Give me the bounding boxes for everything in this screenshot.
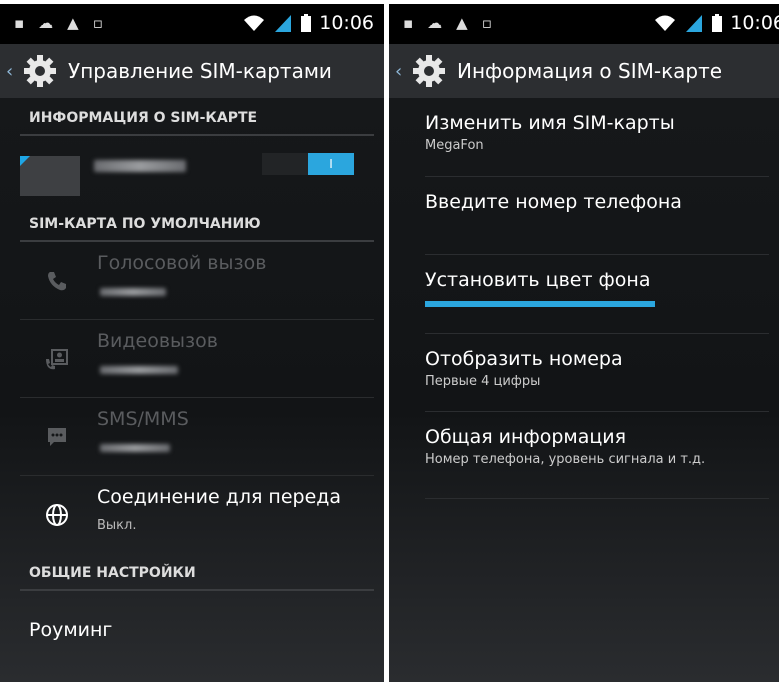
sim-name-value: MegaFon	[425, 138, 484, 153]
battery-icon	[301, 14, 312, 32]
general-info-label: Общая информация	[425, 426, 627, 448]
video-call-label: Видеовызов	[97, 330, 218, 352]
sms-mms-item[interactable]: SMS/MMS	[0, 398, 384, 475]
page-title: Управление SIM-картами	[68, 59, 332, 83]
data-connection-status: Выкл.	[97, 518, 137, 533]
settings-gear-icon[interactable]	[409, 51, 449, 91]
action-bar: ‹ Информация о SIM-карте	[389, 44, 779, 98]
section-header-general: ОБЩИЕ НАСТРОЙКИ	[29, 565, 196, 581]
signal-icon	[275, 15, 292, 32]
display-numbers-value: Первые 4 цифры	[425, 374, 541, 389]
status-bar: ▪ ☁ ▲ ▫ 10:06	[389, 4, 779, 44]
enter-phone-number-item[interactable]: Введите номер телефона	[425, 177, 769, 255]
set-background-color-item[interactable]: Установить цвет фона	[425, 255, 769, 334]
notification-icons: ▪ ☁ ▲ ▫	[14, 14, 103, 32]
voice-call-label: Голосовой вызов	[97, 252, 267, 274]
wifi-icon	[655, 15, 676, 31]
battery-icon	[712, 14, 723, 32]
notification-icons: ▪ ☁ ▲ ▫	[403, 14, 492, 32]
cloud-icon: ☁	[427, 14, 443, 32]
background-color-swatch	[425, 301, 655, 307]
phone-icon	[44, 268, 70, 294]
toggle-on-thumb: I	[308, 153, 354, 175]
roaming-item[interactable]: Роуминг	[0, 591, 384, 673]
redacted-sms-sim	[100, 444, 170, 452]
redacted-video-sim	[100, 366, 178, 374]
lock-icon: ▫	[481, 14, 492, 32]
back-chevron-icon[interactable]: ‹	[6, 61, 20, 82]
sim-card-row[interactable]: I	[0, 136, 384, 204]
general-info-item[interactable]: Общая информация Номер телефона, уровень…	[425, 412, 769, 499]
display-numbers-item[interactable]: Отобразить номера Первые 4 цифры	[425, 334, 769, 412]
redacted-sim-name	[94, 160, 186, 172]
roaming-label: Роуминг	[29, 619, 113, 641]
image-icon: ▪	[403, 14, 414, 32]
sim-card-color-indicator	[20, 156, 80, 196]
clock: 10:06	[319, 12, 374, 34]
data-connection-item[interactable]: Соединение для переда Выкл.	[0, 476, 384, 553]
video-call-item[interactable]: Видеовызов	[0, 320, 384, 397]
wifi-icon	[244, 15, 265, 31]
cloud-icon: ☁	[38, 14, 54, 32]
rename-sim-item[interactable]: Изменить имя SIM-карты MegaFon	[425, 98, 769, 177]
voice-call-item[interactable]: Голосовой вызов	[0, 242, 384, 319]
status-bar: ▪ ☁ ▲ ▫ 10:06	[0, 4, 384, 44]
message-icon	[44, 424, 70, 450]
lock-icon: ▫	[92, 14, 103, 32]
section-header-sim-info: ИНФОРМАЦИЯ О SIM-КАРТЕ	[29, 110, 258, 126]
page-title: Информация о SIM-карте	[457, 59, 723, 83]
enter-phone-number-label: Введите номер телефона	[425, 191, 682, 213]
video-call-icon	[44, 346, 70, 372]
data-connection-label: Соединение для переда	[97, 486, 342, 508]
signal-icon	[686, 15, 703, 32]
image-icon: ▪	[14, 14, 25, 32]
system-icons: 10:06	[654, 12, 779, 34]
set-background-color-label: Установить цвет фона	[425, 269, 651, 291]
sms-mms-label: SMS/MMS	[97, 408, 189, 430]
clock: 10:06	[730, 12, 779, 34]
warning-icon: ▲	[456, 14, 468, 32]
warning-icon: ▲	[67, 14, 79, 32]
general-info-description: Номер телефона, уровень сигнала и т.д.	[425, 452, 706, 467]
section-header-default-sim: SIM-КАРТА ПО УМОЛЧАНИЮ	[29, 216, 261, 232]
action-bar: ‹ Управление SIM-картами	[0, 44, 384, 98]
globe-icon	[44, 502, 70, 528]
rename-sim-label: Изменить имя SIM-карты	[425, 112, 675, 134]
redacted-voice-sim	[100, 288, 166, 296]
settings-gear-icon[interactable]	[20, 51, 60, 91]
sim-management-screen: ▪ ☁ ▲ ▫ 10:06 ‹ Управление SIM-картами И…	[0, 4, 384, 682]
sim-enable-toggle[interactable]: I	[262, 153, 354, 175]
display-numbers-label: Отобразить номера	[425, 348, 623, 370]
sim-info-screen: ▪ ☁ ▲ ▫ 10:06 ‹ Информация о SIM-карте И…	[389, 4, 779, 682]
system-icons: 10:06	[243, 12, 374, 34]
back-chevron-icon[interactable]: ‹	[395, 61, 409, 82]
